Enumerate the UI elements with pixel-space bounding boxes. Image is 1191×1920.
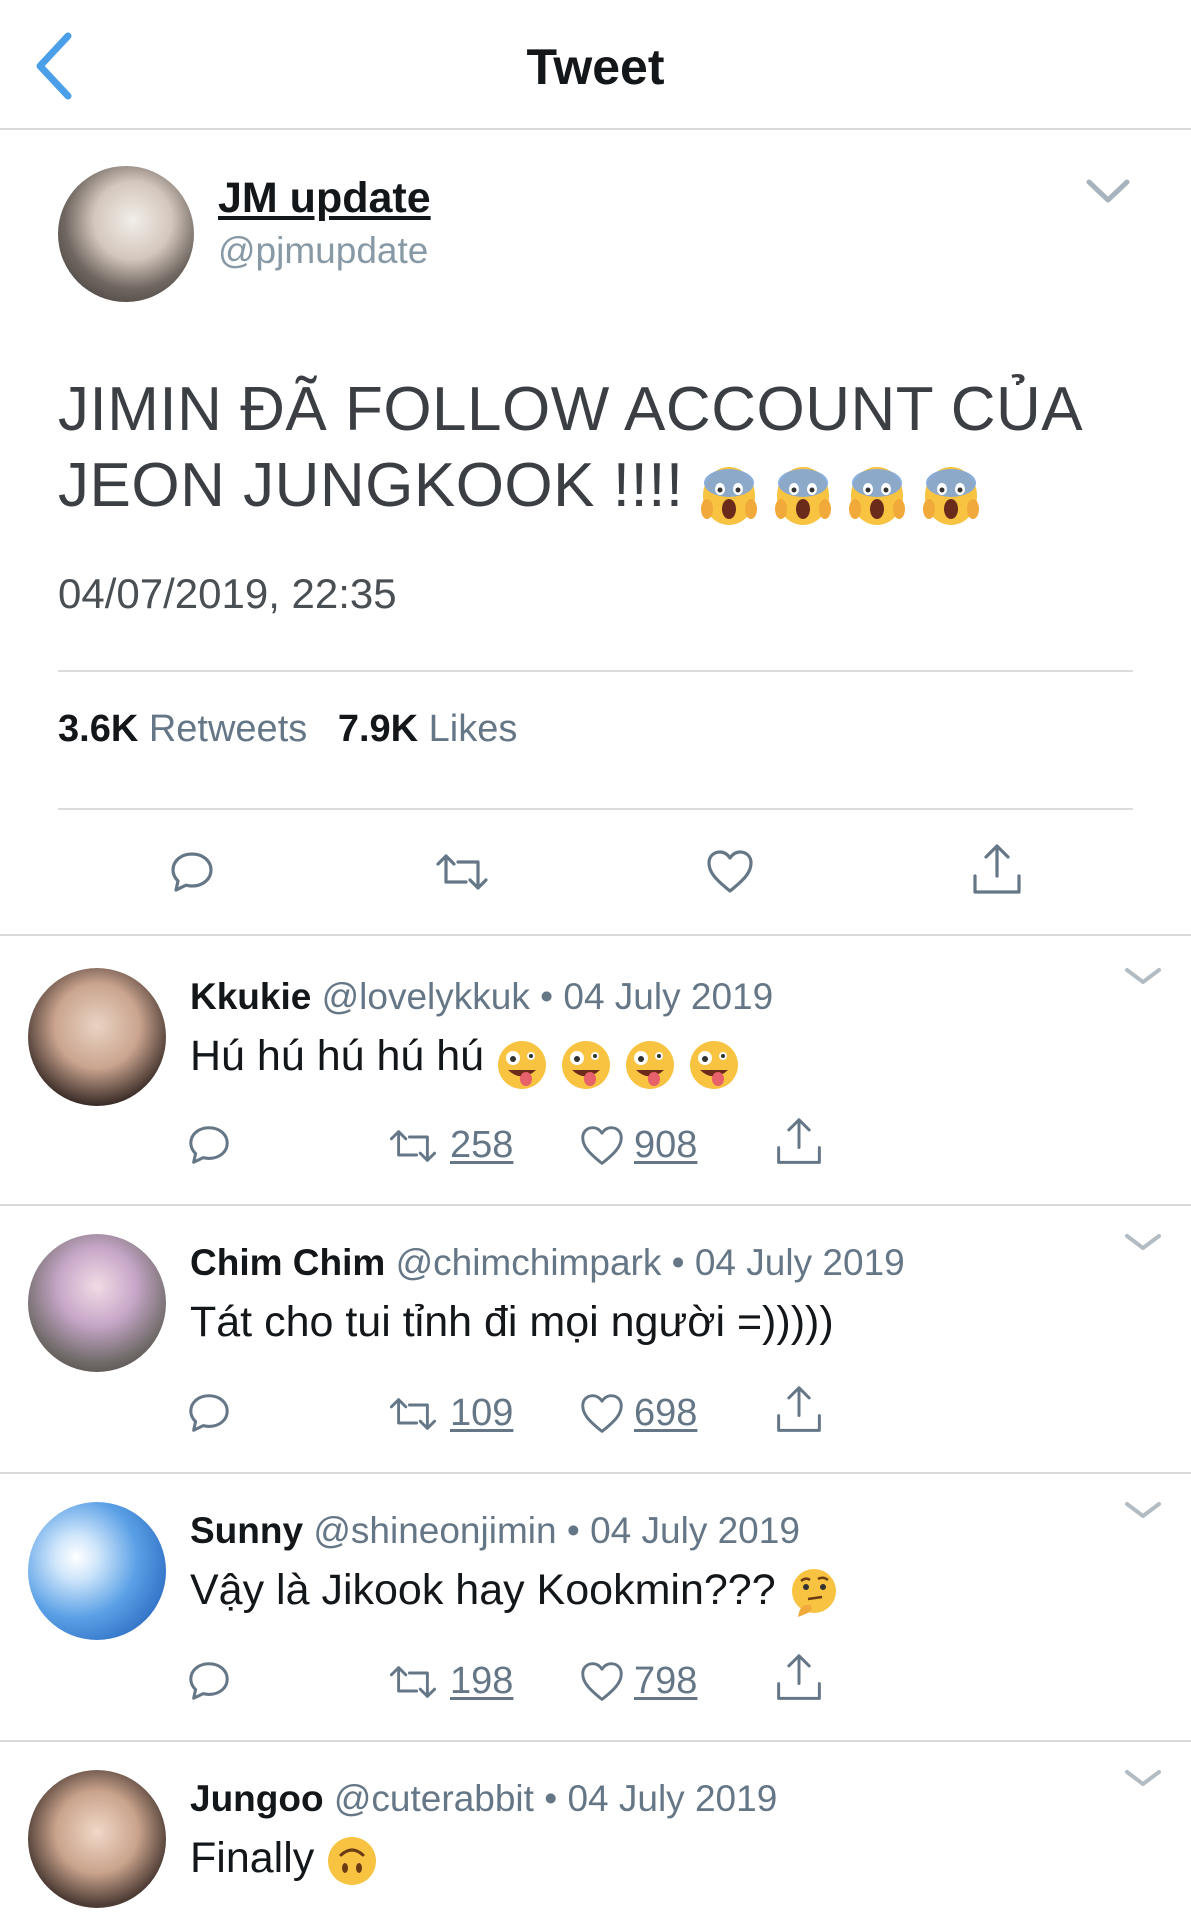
zany-face-icon bbox=[561, 1040, 610, 1089]
author-handle: @pjmupdate bbox=[218, 230, 429, 271]
reply-icon[interactable] bbox=[168, 848, 216, 896]
reply-date: • 04 July 2019 bbox=[544, 1778, 778, 1819]
chevron-down-icon[interactable] bbox=[1083, 172, 1133, 212]
reply-text-row: Finally bbox=[190, 1834, 378, 1887]
like-icon[interactable] bbox=[578, 1660, 626, 1704]
reply-icon[interactable] bbox=[186, 1390, 232, 1436]
reply-header: Kkukie @lovelykkuk • 04 July 2019 bbox=[190, 976, 773, 1018]
chevron-down-icon[interactable] bbox=[1123, 1228, 1163, 1258]
retweet-icon[interactable] bbox=[386, 1124, 440, 1168]
chevron-down-icon[interactable] bbox=[1123, 1764, 1163, 1794]
emoji-group bbox=[701, 454, 979, 530]
likes-count: 7.9K bbox=[337, 708, 419, 750]
reply-tweet[interactable]: Sunny @shineonjimin • 04 July 2019 Vậy l… bbox=[0, 1474, 1191, 1742]
retweet-count[interactable]: 258 bbox=[450, 1124, 513, 1167]
share-icon[interactable] bbox=[970, 842, 1024, 898]
tweet-text-line2: JEON JUNGKOOK !!!! bbox=[58, 451, 684, 520]
reply-date: • 04 July 2019 bbox=[671, 1242, 905, 1283]
reply-header: Sunny @shineonjimin • 04 July 2019 bbox=[190, 1510, 800, 1552]
thinking-face-icon bbox=[791, 1568, 836, 1617]
avatar[interactable] bbox=[28, 968, 166, 1106]
reply-tweet[interactable]: Chim Chim @chimchimpark • 04 July 2019 T… bbox=[0, 1206, 1191, 1474]
reply-text: Finally bbox=[190, 1834, 315, 1882]
screaming-face-icon bbox=[848, 466, 905, 525]
avatar[interactable] bbox=[28, 1770, 166, 1908]
reply-text-row: Vậy là Jikook hay Kookmin??? bbox=[190, 1566, 840, 1619]
reply-header: Chim Chim @chimchimpark • 04 July 2019 bbox=[190, 1242, 905, 1284]
screaming-face-icon bbox=[701, 466, 758, 525]
like-icon[interactable] bbox=[578, 1392, 626, 1436]
retweet-icon[interactable] bbox=[432, 848, 492, 896]
zany-face-icon bbox=[625, 1040, 674, 1089]
reply-author-name[interactable]: Sunny bbox=[190, 1510, 303, 1551]
reply-author-handle: @shineonjimin bbox=[313, 1510, 557, 1551]
page-title: Tweet bbox=[526, 39, 665, 95]
divider bbox=[58, 670, 1133, 672]
retweet-count[interactable]: 109 bbox=[450, 1392, 513, 1435]
reply-tweet[interactable]: Jungoo @cuterabbit • 04 July 2019 Finall… bbox=[0, 1742, 1191, 1920]
screaming-face-icon bbox=[775, 466, 832, 525]
reply-author-name[interactable]: Kkukie bbox=[190, 976, 311, 1017]
likes-label: Likes bbox=[428, 708, 518, 750]
upside-down-face-icon bbox=[328, 1836, 377, 1885]
like-count[interactable]: 908 bbox=[634, 1124, 697, 1167]
avatar[interactable] bbox=[58, 166, 194, 302]
emoji-group bbox=[496, 1038, 740, 1091]
like-count[interactable]: 798 bbox=[634, 1660, 697, 1703]
reply-tweet[interactable]: Kkukie @lovelykkuk • 04 July 2019 Hú hú … bbox=[0, 936, 1191, 1206]
share-icon[interactable] bbox=[774, 1652, 824, 1704]
like-icon[interactable] bbox=[578, 1124, 626, 1168]
retweet-icon[interactable] bbox=[386, 1660, 440, 1704]
divider bbox=[58, 808, 1133, 810]
screaming-face-icon bbox=[922, 466, 979, 525]
tweet-text: JIMIN ĐÃ FOLLOW ACCOUNT CỦA JEON JUNGKOO… bbox=[58, 372, 1138, 530]
reply-header: Jungoo @cuterabbit • 04 July 2019 bbox=[190, 1778, 777, 1820]
reply-author-name[interactable]: Jungoo bbox=[190, 1778, 324, 1819]
chevron-down-icon[interactable] bbox=[1123, 1496, 1163, 1526]
reply-author-name[interactable]: Chim Chim bbox=[190, 1242, 385, 1283]
reply-icon[interactable] bbox=[186, 1658, 232, 1704]
reply-text: Hú hú hú hú hú bbox=[190, 1032, 485, 1080]
like-icon[interactable] bbox=[705, 848, 755, 896]
zany-face-icon bbox=[498, 1040, 547, 1089]
author-display-name[interactable]: JM update bbox=[218, 174, 431, 223]
share-icon[interactable] bbox=[774, 1384, 824, 1436]
reply-date: • 04 July 2019 bbox=[566, 1510, 800, 1551]
zany-face-icon bbox=[689, 1040, 738, 1089]
reply-author-handle: @chimchimpark bbox=[395, 1242, 662, 1283]
top-bar: Tweet bbox=[0, 0, 1191, 130]
reply-author-handle: @lovelykkuk bbox=[321, 976, 530, 1017]
reply-icon[interactable] bbox=[186, 1122, 232, 1168]
reply-text: Tát cho tui tỉnh đi mọi người =))))) bbox=[190, 1298, 834, 1346]
main-tweet: JM update @pjmupdate JIMIN ĐÃ FOLLOW ACC… bbox=[0, 130, 1191, 936]
retweet-count[interactable]: 198 bbox=[450, 1660, 513, 1703]
tweet-timestamp: 04/07/2019, 22:35 bbox=[58, 570, 397, 617]
avatar[interactable] bbox=[28, 1234, 166, 1372]
tweet-text-line1: JIMIN ĐÃ FOLLOW ACCOUNT CỦA bbox=[58, 375, 1084, 444]
reply-date: • 04 July 2019 bbox=[540, 976, 774, 1017]
avatar[interactable] bbox=[28, 1502, 166, 1640]
retweets-count: 3.6K bbox=[58, 708, 139, 750]
like-count[interactable]: 698 bbox=[634, 1392, 697, 1435]
reply-text-row: Hú hú hú hú hú bbox=[190, 1032, 740, 1091]
retweets-label: Retweets bbox=[148, 708, 308, 750]
share-icon[interactable] bbox=[774, 1116, 824, 1168]
reply-text: Vậy là Jikook hay Kookmin??? bbox=[190, 1566, 776, 1614]
engagement-stats[interactable]: 3.6K Retweets 7.9K Likes bbox=[58, 708, 537, 751]
chevron-down-icon[interactable] bbox=[1123, 962, 1163, 992]
retweet-icon[interactable] bbox=[386, 1392, 440, 1436]
reply-author-handle: @cuterabbit bbox=[333, 1778, 534, 1819]
